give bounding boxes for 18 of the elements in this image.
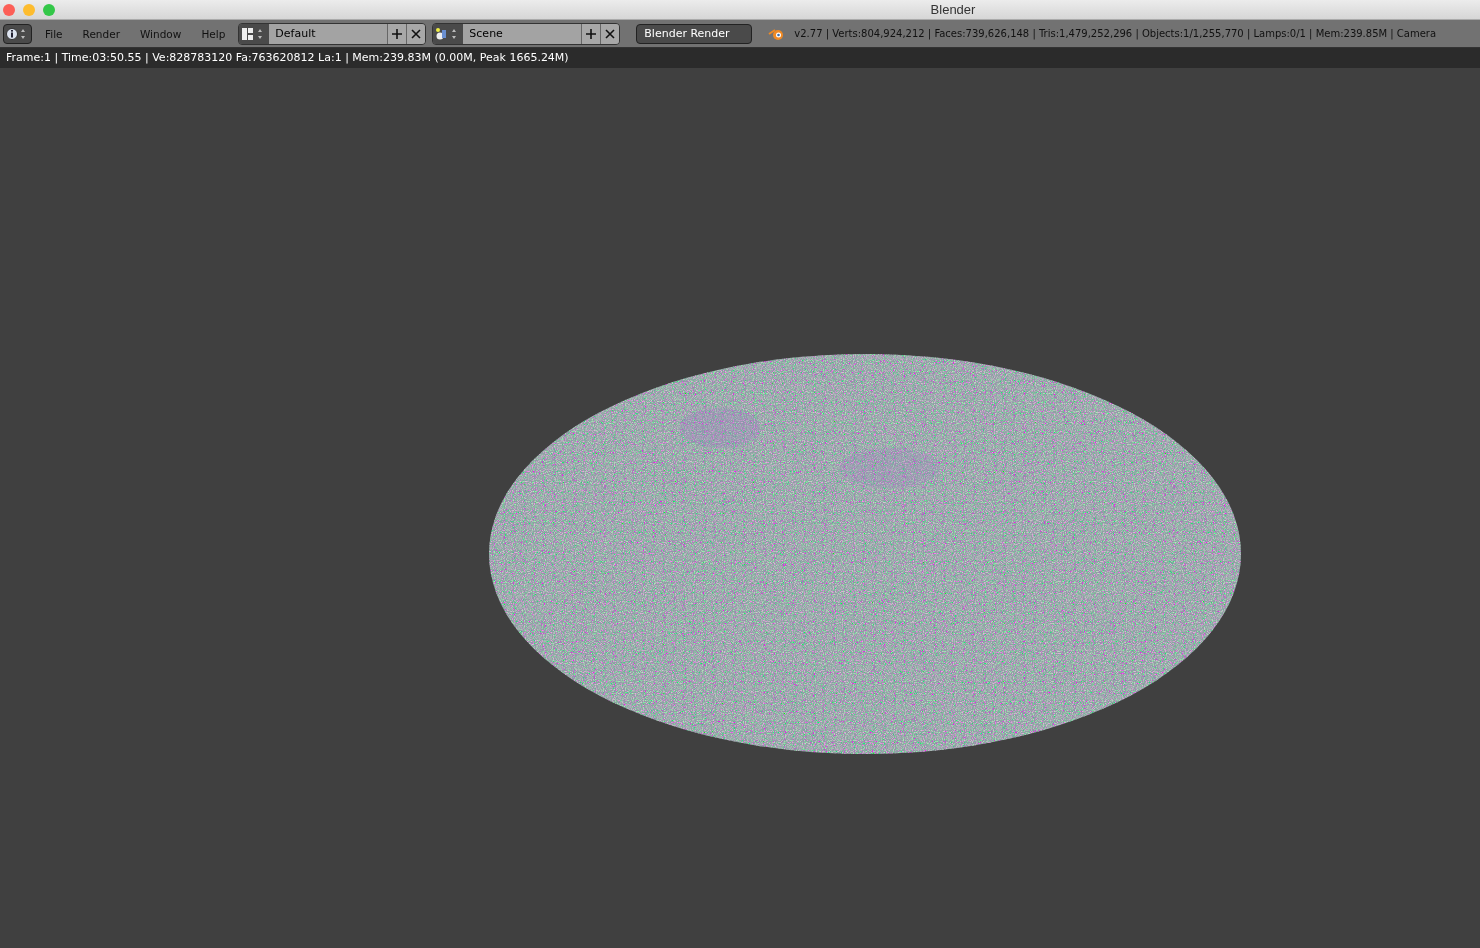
menu-item[interactable]: File (45, 27, 63, 40)
scene-field[interactable]: Scene (463, 23, 582, 44)
scene-statistics: v2.77 | Verts:804,924,212 | Faces:739,626,148 | Tris:1,479,252,296 | Objects:1/1,255,770 | Lamps:0/1 | Mem:239.85M | Camera (794, 28, 1437, 39)
render-engine-dropdown[interactable]: Blender Render (636, 23, 753, 44)
menu-item[interactable]: Window (139, 27, 182, 40)
screen-layout-selector[interactable]: Default (238, 22, 427, 45)
editor-type-button[interactable] (3, 23, 32, 44)
render-info: Frame:1 | Time:03:50.55 | Ve:828783120 Fa:763620812 La:1 | Mem:239.83M (0.00M, Peak 1665.24M) (0, 48, 1480, 68)
screen-layout-field[interactable]: Default (269, 23, 388, 44)
close-icon[interactable] (604, 27, 617, 40)
menu-item[interactable]: Render (82, 27, 120, 40)
add-icon[interactable] (391, 27, 404, 40)
scene-selector[interactable]: Scene (432, 22, 621, 45)
menu-item[interactable]: Help (201, 27, 226, 40)
add-icon[interactable] (585, 27, 598, 40)
window-title: Blender (929, 2, 977, 17)
info-icon (6, 26, 28, 41)
close-icon[interactable] (410, 27, 423, 40)
